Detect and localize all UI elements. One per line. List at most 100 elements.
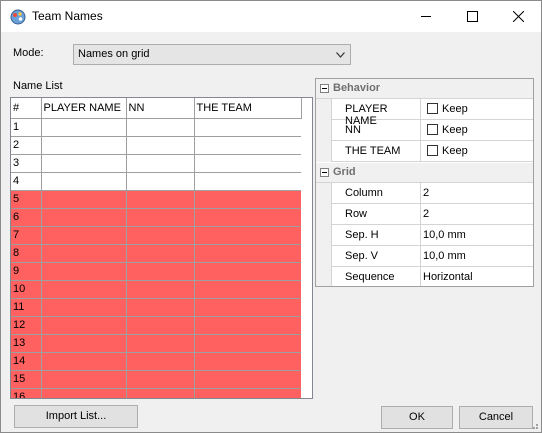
close-button[interactable] — [495, 1, 541, 32]
table-cell[interactable] — [41, 154, 127, 173]
table-cell[interactable] — [194, 298, 302, 317]
table-cell[interactable] — [126, 280, 195, 299]
table-cell[interactable] — [41, 298, 127, 317]
name-list-grid[interactable]: # PLAYER NAME NN THE TEAM 1 2 3 4 5 6 7 8 9 10 11 1… — [10, 97, 313, 399]
table-row[interactable]: 12 — [11, 316, 302, 335]
table-cell[interactable] — [126, 226, 195, 245]
table-cell[interactable] — [194, 262, 302, 281]
property-row[interactable]: Sep. H 10,0 mm — [316, 225, 533, 246]
collapse-icon[interactable] — [320, 84, 329, 93]
table-row[interactable]: 10 — [11, 280, 302, 299]
table-row[interactable]: 5 — [11, 190, 302, 209]
table-row[interactable]: 14 — [11, 352, 302, 371]
table-row[interactable]: 3 — [11, 154, 302, 173]
property-row[interactable]: Row 2 — [316, 204, 533, 225]
property-value[interactable]: Keep — [421, 120, 533, 141]
vertical-scrollbar[interactable] — [301, 119, 312, 398]
table-cell[interactable] — [194, 316, 302, 335]
table-cell[interactable] — [194, 370, 302, 389]
table-cell[interactable] — [126, 262, 195, 281]
property-row[interactable]: NN Keep — [316, 120, 533, 141]
table-cell[interactable] — [194, 352, 302, 371]
table-cell[interactable] — [194, 172, 302, 191]
property-row[interactable]: PLAYER NAME Keep — [316, 99, 533, 127]
table-row[interactable]: 7 — [11, 226, 302, 245]
collapse-icon[interactable] — [320, 168, 329, 177]
table-cell[interactable] — [126, 154, 195, 173]
table-cell[interactable] — [126, 208, 195, 227]
table-row[interactable]: 11 — [11, 298, 302, 317]
property-row[interactable]: Sequence Horizontal — [316, 267, 533, 286]
table-cell[interactable] — [41, 388, 127, 398]
property-value[interactable]: Keep — [421, 99, 533, 120]
table-row[interactable]: 6 — [11, 208, 302, 227]
table-cell[interactable] — [126, 298, 195, 317]
property-value[interactable]: 10,0 mm — [421, 225, 533, 246]
table-cell[interactable] — [126, 136, 195, 155]
table-cell[interactable] — [41, 190, 127, 209]
property-value[interactable]: 2 — [421, 183, 533, 204]
import-list-button[interactable]: Import List... — [14, 405, 138, 428]
table-cell[interactable] — [41, 262, 127, 281]
keep-checkbox[interactable] — [427, 145, 438, 156]
minimize-button[interactable] — [403, 1, 449, 32]
property-row[interactable]: Sep. V 10,0 mm — [316, 246, 533, 267]
table-cell[interactable] — [126, 244, 195, 263]
table-row[interactable]: 1 — [11, 118, 302, 137]
property-row[interactable]: Column 2 — [316, 183, 533, 204]
cancel-button[interactable]: Cancel — [459, 406, 533, 429]
table-cell[interactable] — [41, 370, 127, 389]
table-row[interactable]: 15 — [11, 370, 302, 389]
table-cell[interactable] — [41, 172, 127, 191]
table-cell[interactable] — [41, 208, 127, 227]
table-cell[interactable] — [194, 190, 302, 209]
table-cell[interactable] — [194, 334, 302, 353]
table-row[interactable]: 8 — [11, 244, 302, 263]
table-cell[interactable] — [41, 118, 127, 137]
column-header[interactable]: NN — [126, 98, 195, 119]
keep-checkbox[interactable] — [427, 103, 438, 114]
table-cell[interactable] — [194, 208, 302, 227]
table-cell[interactable] — [126, 388, 195, 398]
table-cell[interactable] — [41, 352, 127, 371]
resize-grip-icon[interactable] — [529, 420, 539, 430]
table-cell[interactable] — [41, 316, 127, 335]
property-value[interactable]: 2 — [421, 204, 533, 225]
behavior-section[interactable]: Behavior — [316, 79, 533, 99]
property-value[interactable]: 10,0 mm — [421, 246, 533, 267]
title-bar[interactable]: Team Names — [1, 1, 541, 32]
column-header[interactable]: PLAYER NAME — [41, 98, 127, 119]
property-row[interactable]: THE TEAM Keep — [316, 141, 533, 162]
table-row[interactable]: 13 — [11, 334, 302, 353]
property-grid[interactable]: Behavior PLAYER NAME Keep NN Keep THE TEAM Ke… — [315, 78, 534, 287]
table-cell[interactable] — [41, 334, 127, 353]
table-cell[interactable] — [194, 226, 302, 245]
property-value[interactable]: Keep — [421, 141, 533, 162]
table-cell[interactable] — [194, 136, 302, 155]
table-cell[interactable] — [194, 388, 302, 398]
table-cell[interactable] — [194, 244, 302, 263]
table-cell[interactable] — [194, 154, 302, 173]
table-cell[interactable] — [41, 226, 127, 245]
table-cell[interactable] — [41, 136, 127, 155]
table-cell[interactable] — [126, 316, 195, 335]
table-row[interactable]: 4 — [11, 172, 302, 191]
table-cell[interactable] — [194, 280, 302, 299]
column-header[interactable]: THE TEAM — [194, 98, 302, 119]
table-row[interactable]: 2 — [11, 136, 302, 155]
table-cell[interactable] — [126, 370, 195, 389]
table-cell[interactable] — [194, 118, 302, 137]
maximize-button[interactable] — [449, 1, 495, 32]
column-header[interactable]: # — [11, 98, 42, 119]
ok-button[interactable]: OK — [381, 406, 453, 429]
table-cell[interactable] — [126, 334, 195, 353]
table-cell[interactable] — [126, 118, 195, 137]
table-row[interactable]: 9 — [11, 262, 302, 281]
table-cell[interactable] — [126, 172, 195, 191]
property-value[interactable]: Horizontal — [421, 267, 533, 286]
table-row[interactable]: 16 — [11, 388, 302, 398]
keep-checkbox[interactable] — [427, 124, 438, 135]
table-cell[interactable] — [126, 190, 195, 209]
mode-dropdown[interactable]: Names on grid — [73, 44, 351, 65]
table-cell[interactable] — [41, 280, 127, 299]
